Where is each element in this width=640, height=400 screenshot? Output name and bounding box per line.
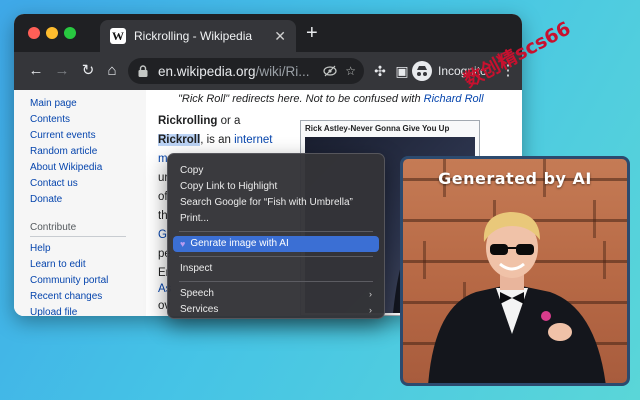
menu-separator: [179, 256, 373, 257]
chevron-right-icon: ›: [369, 305, 372, 315]
sidebar-item-upload-file[interactable]: Upload file: [30, 305, 146, 316]
tab-rickrolling[interactable]: W Rickrolling - Wikipedia ✕: [100, 20, 296, 52]
bookmark-star-icon[interactable]: ☆: [345, 64, 356, 78]
close-window-button[interactable]: [28, 27, 40, 39]
chevron-right-icon: ›: [369, 289, 372, 299]
sidebar-item-main-page[interactable]: Main page: [30, 96, 146, 112]
sidebar-item-contents[interactable]: Contents: [30, 112, 146, 128]
menu-item-search-google[interactable]: Search Google for “Fish with Umbrella”: [173, 195, 379, 211]
wiki-sidebar: Main page Contents Current events Random…: [14, 90, 146, 316]
article-line-1: Rickrolling or a: [158, 115, 241, 127]
tab-title: Rickrolling - Wikipedia: [134, 29, 253, 43]
menu-item-speech[interactable]: Speech ›: [173, 286, 379, 302]
address-bar[interactable]: en.wikipedia.org/wiki/Ri... ☆: [128, 58, 364, 84]
tab-close-icon[interactable]: ✕: [274, 28, 286, 45]
menu-item-label: Genrate image with AI: [190, 238, 289, 249]
sidebar-item-random-article[interactable]: Random article: [30, 144, 146, 160]
minimize-window-button[interactable]: [46, 27, 58, 39]
internet-link[interactable]: internet: [234, 134, 272, 146]
side-panel-icon[interactable]: ▣: [392, 61, 412, 81]
browser-toolbar: ← → ↻ ⌂ en.wikipedia.org/wiki/Ri... ☆ ✣ …: [14, 52, 522, 90]
menu-item-label: Services: [180, 304, 219, 315]
sidebar-item-recent-changes[interactable]: Recent changes: [30, 289, 146, 305]
extensions-puzzle-icon[interactable]: ✣: [370, 61, 390, 81]
menu-item-copy[interactable]: Copy: [173, 163, 379, 179]
generated-image-card: Generated by AI: [400, 156, 630, 386]
menu-separator: [179, 231, 373, 232]
menu-separator: [179, 281, 373, 282]
heart-icon: ♥: [180, 239, 186, 249]
tab-bar: W Rickrolling - Wikipedia ✕ +: [14, 14, 522, 52]
new-tab-plus-icon[interactable]: +: [306, 22, 318, 44]
menu-item-label: Speech: [180, 288, 214, 299]
richard-roll-link[interactable]: Richard Roll: [424, 93, 484, 105]
back-arrow-icon[interactable]: ←: [26, 61, 46, 81]
sidebar-item-learn-to-edit[interactable]: Learn to edit: [30, 257, 146, 273]
eye-slash-icon[interactable]: [323, 65, 337, 77]
forward-arrow-icon[interactable]: →: [52, 61, 72, 81]
hatnote: "Rick Roll" redirects here. Not to be co…: [178, 93, 484, 105]
article-line-2: Rickroll, is an internet: [158, 134, 273, 146]
menu-item-generate-image-ai[interactable]: ♥ Genrate image with AI: [173, 236, 379, 252]
lock-icon: [138, 65, 148, 77]
contribute-divider: [30, 236, 126, 237]
selected-text[interactable]: Rickroll: [158, 134, 201, 146]
contribute-heading: Contribute: [30, 222, 77, 233]
context-menu: Copy Copy Link to Highlight Search Googl…: [167, 153, 385, 319]
sidebar-item-help[interactable]: Help: [30, 241, 146, 257]
zoom-window-button[interactable]: [64, 27, 76, 39]
menu-item-print[interactable]: Print...: [173, 211, 379, 227]
incognito-icon: [412, 61, 432, 81]
generated-person-image-icon: [428, 212, 606, 383]
reload-icon[interactable]: ↻: [78, 61, 98, 81]
menu-item-copy-link-to-highlight[interactable]: Copy Link to Highlight: [173, 179, 379, 195]
menu-item-inspect[interactable]: Inspect: [173, 261, 379, 277]
url-text: en.wikipedia.org/wiki/Ri...: [158, 63, 310, 79]
menu-item-services[interactable]: Services ›: [173, 302, 379, 318]
article-fragment: G: [158, 229, 167, 241]
sidebar-item-community-portal[interactable]: Community portal: [30, 273, 146, 289]
sidebar-item-current-events[interactable]: Current events: [30, 128, 146, 144]
infobox-caption: Rick Astley-Never Gonna Give You Up: [305, 124, 450, 133]
home-icon[interactable]: ⌂: [102, 61, 122, 81]
sidebar-item-about-wikipedia[interactable]: About Wikipedia: [30, 160, 146, 176]
wikipedia-favicon-icon: W: [110, 28, 126, 44]
sidebar-item-contact-us[interactable]: Contact us: [30, 176, 146, 192]
sidebar-item-donate[interactable]: Donate: [30, 192, 146, 208]
